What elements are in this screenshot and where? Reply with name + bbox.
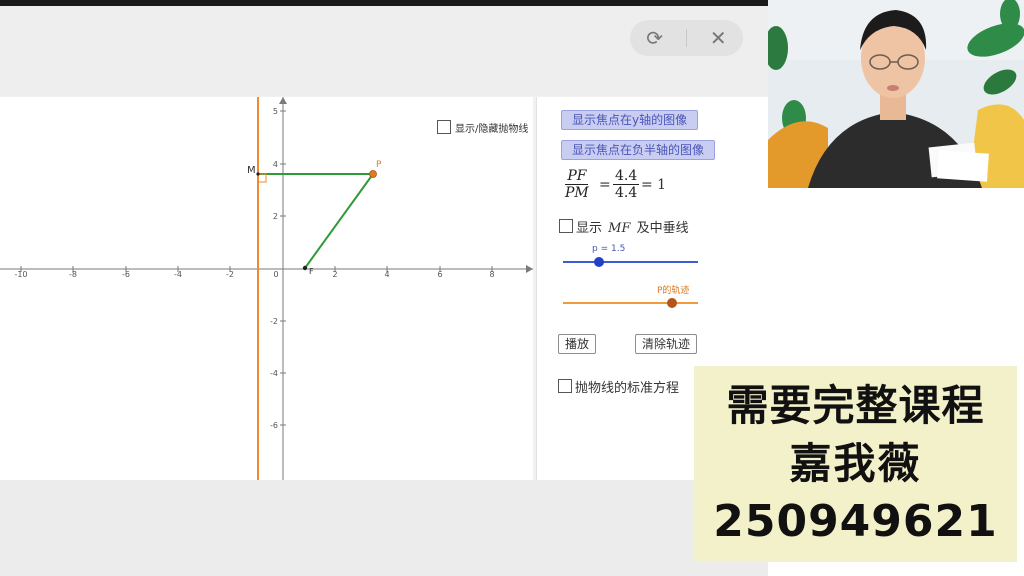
x-tick-label: -2 [226, 270, 234, 279]
webcam-overlay [768, 0, 1024, 188]
controls-divider [685, 29, 687, 47]
show-mf-math: MF [608, 221, 631, 236]
fraction-pf-pm: PF PM [563, 168, 591, 201]
y-tick-label: -6 [270, 421, 278, 430]
fraction-values: 4.4 4.4 [613, 168, 640, 201]
play-button[interactable]: 播放 [558, 334, 597, 354]
point-p[interactable] [369, 170, 377, 178]
equals-sign: = [599, 177, 611, 193]
show-y-axis-button[interactable]: 显示焦点在y轴的图像 [561, 110, 699, 130]
refresh-icon[interactable]: ⟳ [637, 20, 673, 56]
point-m-label: M [247, 165, 256, 176]
coordinate-plane[interactable]: -10 -8 -6 -4 -2 0 2 4 6 8 5 4 2 -2 -4 -6 [0, 97, 533, 480]
x-tick-label: -6 [122, 270, 130, 279]
fraction-value-numerator: 4.4 [613, 168, 640, 185]
standard-equation-checkbox[interactable] [558, 379, 572, 393]
point-p-label: P [376, 160, 382, 170]
show-mf-prefix: 显示 [576, 221, 603, 236]
standard-equation-label: 抛物线的标准方程 [575, 381, 680, 396]
course-ad-banner: 需要完整课程 嘉我薇 250949621 [694, 366, 1017, 562]
x-tick-label: 4 [384, 270, 389, 279]
y-tick-label: 5 [273, 107, 278, 116]
show-mf-suffix: 及中垂线 [636, 221, 689, 236]
ad-line-3: 250949621 [713, 496, 998, 547]
x-tick-label: -4 [174, 270, 182, 279]
ratio-result: = 1 [641, 177, 667, 193]
right-angle-mark [258, 173, 267, 183]
close-icon[interactable]: ✕ [700, 20, 736, 56]
point-m[interactable] [256, 172, 260, 176]
fraction-value-denominator: 4.4 [615, 185, 638, 201]
ad-line-1: 需要完整课程 [726, 381, 985, 430]
slider-trace-track[interactable] [563, 302, 698, 304]
x-tick-label: 8 [489, 270, 494, 279]
show-parabola-checkbox[interactable] [437, 120, 451, 134]
y-tick-label: 2 [273, 212, 278, 221]
clear-trace-button[interactable]: 清除轨迹 [635, 334, 698, 354]
y-tick-label: -4 [270, 369, 278, 378]
slider-trace-handle[interactable] [667, 298, 677, 308]
slider-trace-label: P的轨迹 [657, 286, 690, 296]
fraction-denominator: PM [565, 185, 589, 201]
presenter-video [768, 0, 1024, 188]
slider-p-track[interactable] [563, 261, 698, 263]
window-controls: ⟳ ✕ [630, 20, 743, 56]
show-negative-half-axis-button[interactable]: 显示焦点在负半轴的图像 [561, 140, 716, 160]
x-tick-label: 2 [332, 270, 337, 279]
point-f-label: F [309, 267, 314, 276]
ad-line-2: 嘉我薇 [789, 439, 922, 488]
x-axis-arrow [526, 265, 533, 273]
slider-p-label: p = 1.5 [592, 244, 626, 254]
graph-view[interactable]: -10 -8 -6 -4 -2 0 2 4 6 8 5 4 2 -2 -4 -6 [0, 97, 533, 480]
x-tick-label: 6 [437, 270, 442, 279]
show-mf-label: 显示 MF 及中垂线 [576, 217, 689, 236]
y-tick-label: -2 [270, 317, 278, 326]
app-footer-area [0, 480, 768, 576]
origin-label: 0 [273, 270, 278, 279]
y-axis-arrow [279, 97, 287, 104]
y-tick-label: 4 [273, 160, 278, 169]
slider-p-handle[interactable] [594, 257, 604, 267]
fraction-numerator: PF [565, 168, 589, 185]
point-f[interactable] [302, 265, 308, 271]
show-parabola-label: 显示/隐藏抛物线 [455, 124, 529, 135]
x-tick-label: -10 [14, 270, 27, 279]
show-mf-checkbox[interactable] [559, 219, 573, 233]
segment-pf[interactable] [304, 173, 374, 269]
x-tick-label: -8 [69, 270, 77, 279]
